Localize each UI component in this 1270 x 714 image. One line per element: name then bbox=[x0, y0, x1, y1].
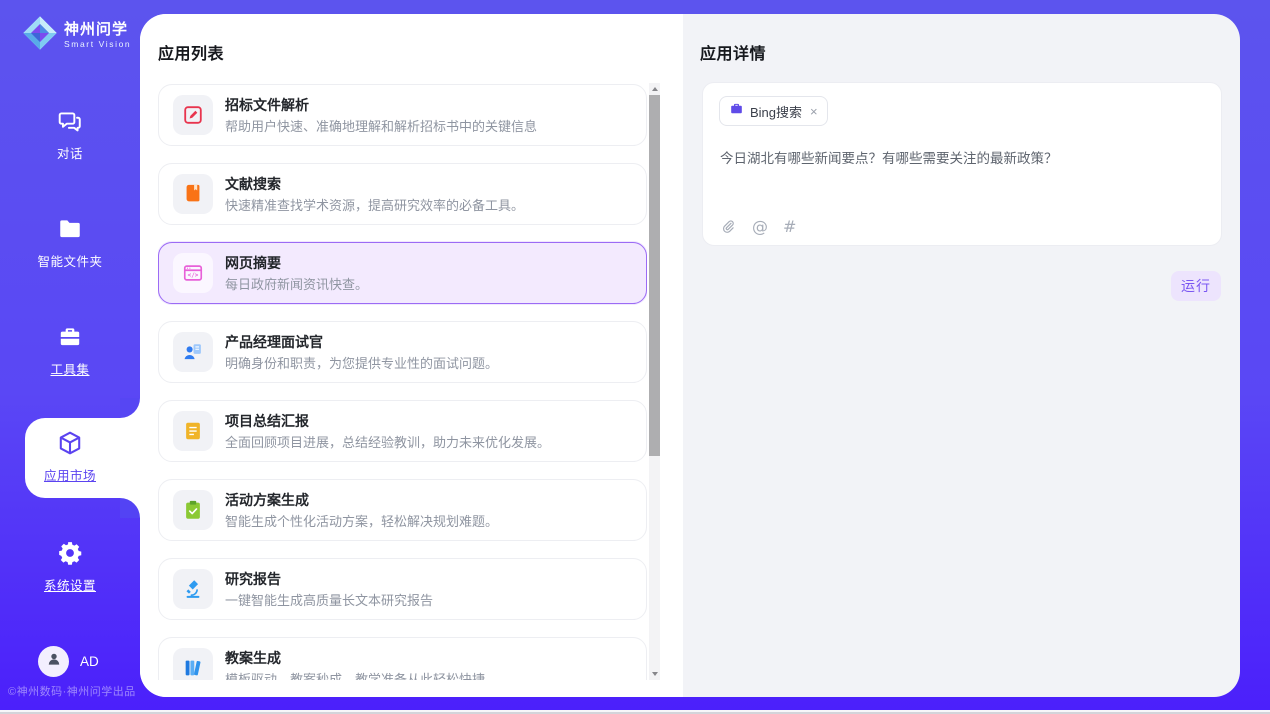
app-card-title: 研究报告 bbox=[225, 570, 433, 588]
app-detail-title: 应用详情 bbox=[700, 40, 766, 64]
app-card-description: 一键智能生成高质量长文本研究报告 bbox=[225, 592, 433, 609]
close-icon[interactable]: × bbox=[810, 105, 818, 118]
sidebar-item-label: 系统设置 bbox=[0, 575, 140, 594]
app-card-6[interactable]: 活动方案生成智能生成个性化活动方案，轻松解决规划难题。 bbox=[158, 479, 647, 541]
app-card-2[interactable]: 文献搜索快速精准查找学术资源，提高研究效率的必备工具。 bbox=[158, 163, 647, 225]
sidebar: 神州问学 Smart Vision 对话智能文件夹工具集应用市场系统设置 AD … bbox=[0, 0, 140, 714]
brand-subtitle: Smart Vision bbox=[64, 39, 131, 50]
web-icon: </> bbox=[182, 262, 204, 284]
app-card-description: 每日政府新闻资讯快查。 bbox=[225, 276, 368, 293]
attach-icon[interactable] bbox=[720, 218, 737, 235]
run-button[interactable]: 运行 bbox=[1171, 271, 1221, 301]
folder-icon bbox=[57, 216, 83, 242]
svg-text:</>: </> bbox=[188, 272, 199, 279]
app-icon-tile: </> bbox=[173, 253, 213, 293]
app-icon-tile bbox=[173, 95, 213, 135]
app-card-title: 项目总结汇报 bbox=[225, 412, 550, 430]
app-card-description: 帮助用户快速、准确地理解和解析招标书中的关键信息 bbox=[225, 118, 537, 135]
app-icon-tile bbox=[173, 332, 213, 372]
scrollbar-thumb[interactable] bbox=[649, 95, 660, 456]
copyright-text: ©神州数码·神州问学出品 bbox=[8, 683, 136, 699]
chat-icon bbox=[57, 108, 83, 134]
app-card-title: 文献搜索 bbox=[225, 175, 524, 193]
sidebar-item-4[interactable]: 应用市场 bbox=[0, 430, 140, 484]
diamond-logo-icon bbox=[22, 15, 58, 56]
app-card-list: 招标文件解析帮助用户快速、准确地理解和解析招标书中的关键信息文献搜索快速精准查找… bbox=[158, 84, 647, 680]
scroll-up-button[interactable] bbox=[649, 83, 660, 95]
tool-tag-bing-search[interactable]: Bing搜索 × bbox=[719, 96, 828, 126]
app-list-title: 应用列表 bbox=[158, 40, 224, 64]
books-icon bbox=[182, 657, 204, 679]
scroll-down-button[interactable] bbox=[649, 668, 660, 680]
toolbox-icon bbox=[57, 324, 83, 350]
clipboard-icon bbox=[182, 499, 204, 521]
topic-icon[interactable]: # bbox=[783, 217, 796, 236]
interview-icon bbox=[182, 341, 204, 363]
app-card-description: 智能生成个性化活动方案，轻松解决规划难题。 bbox=[225, 513, 498, 530]
app-card-description: 全面回顾项目进展，总结经验教训，助力未来优化发展。 bbox=[225, 434, 550, 451]
user-row[interactable]: AD bbox=[38, 646, 99, 677]
bubble-fillet-bottom bbox=[120, 498, 140, 518]
note-icon bbox=[182, 420, 204, 442]
sidebar-item-label: 工具集 bbox=[0, 359, 140, 378]
content-area: 应用列表 招标文件解析帮助用户快速、准确地理解和解析招标书中的关键信息文献搜索快… bbox=[140, 14, 1240, 697]
gear-icon bbox=[57, 540, 83, 566]
sidebar-item-2[interactable]: 智能文件夹 bbox=[0, 216, 140, 270]
app-list-scrollbar[interactable] bbox=[649, 83, 660, 680]
app-card-title: 网页摘要 bbox=[225, 254, 368, 272]
app-card-title: 招标文件解析 bbox=[225, 96, 537, 114]
app-icon-tile bbox=[173, 411, 213, 451]
sidebar-item-label: 应用市场 bbox=[0, 465, 140, 484]
app-card-description: 明确身份和职责，为您提供专业性的面试问题。 bbox=[225, 355, 498, 372]
microscope-icon bbox=[182, 578, 204, 600]
app-card-1[interactable]: 招标文件解析帮助用户快速、准确地理解和解析招标书中的关键信息 bbox=[158, 84, 647, 146]
app-icon-tile bbox=[173, 174, 213, 214]
app-icon-tile bbox=[173, 490, 213, 530]
memo-icon bbox=[182, 104, 204, 126]
sidebar-item-1[interactable]: 对话 bbox=[0, 108, 140, 162]
app-card-description: 快速精准查找学术资源，提高研究效率的必备工具。 bbox=[225, 197, 524, 214]
app-card-3[interactable]: </> 网页摘要每日政府新闻资讯快查。 bbox=[158, 242, 647, 304]
tool-tag-label: Bing搜索 bbox=[750, 102, 802, 121]
sidebar-item-label: 对话 bbox=[0, 143, 140, 162]
app-icon-tile bbox=[173, 648, 213, 680]
composer-actions: @ # bbox=[720, 217, 796, 236]
sidebar-item-5[interactable]: 系统设置 bbox=[0, 540, 140, 594]
app-card-4[interactable]: 产品经理面试官明确身份和职责，为您提供专业性的面试问题。 bbox=[158, 321, 647, 383]
avatar[interactable] bbox=[38, 646, 69, 677]
app-card-5[interactable]: 项目总结汇报全面回顾项目进展，总结经验教训，助力未来优化发展。 bbox=[158, 400, 647, 462]
app-card-8[interactable]: 教案生成模板驱动，教案秒成，教学准备从此轻松快捷 bbox=[158, 637, 647, 680]
brand-name: 神州问学 bbox=[64, 21, 128, 38]
person-icon bbox=[45, 650, 63, 673]
book-icon bbox=[182, 183, 204, 205]
briefcase-icon bbox=[729, 101, 744, 121]
sidebar-item-3[interactable]: 工具集 bbox=[0, 324, 140, 378]
app-detail-card: Bing搜索 × 今日湖北有哪些新闻要点？有哪些需要关注的最新政策？ @ # bbox=[702, 82, 1222, 246]
app-card-7[interactable]: 研究报告一键智能生成高质量长文本研究报告 bbox=[158, 558, 647, 620]
cube-icon bbox=[57, 430, 83, 456]
app-card-title: 活动方案生成 bbox=[225, 491, 498, 509]
sidebar-item-label: 智能文件夹 bbox=[0, 251, 140, 270]
app-card-description: 模板驱动，教案秒成，教学准备从此轻松快捷 bbox=[225, 671, 485, 681]
app-card-title: 产品经理面试官 bbox=[225, 333, 498, 351]
brand-logo: 神州问学 Smart Vision bbox=[22, 15, 131, 56]
mention-icon[interactable]: @ bbox=[752, 217, 768, 236]
user-name: AD bbox=[80, 654, 99, 669]
query-input[interactable]: 今日湖北有哪些新闻要点？有哪些需要关注的最新政策？ bbox=[720, 149, 1200, 168]
bubble-fillet-top bbox=[120, 398, 140, 418]
app-card-title: 教案生成 bbox=[225, 649, 485, 667]
window-bottom-edge bbox=[0, 710, 1270, 714]
app-icon-tile bbox=[173, 569, 213, 609]
